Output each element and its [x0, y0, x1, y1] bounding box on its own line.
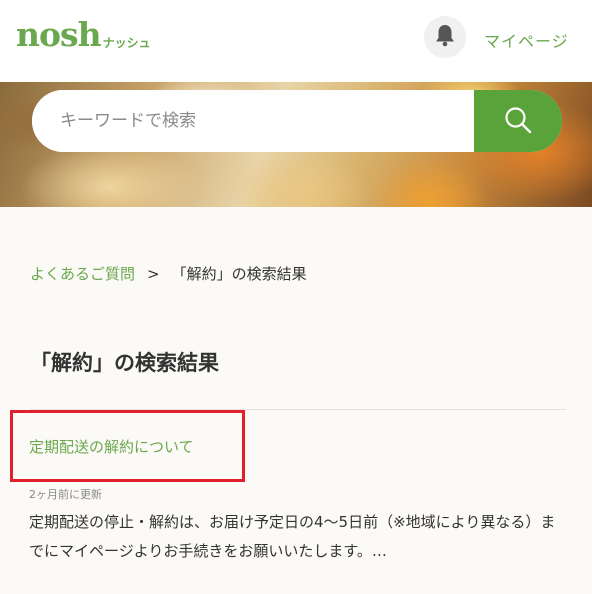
hero-banner [0, 82, 592, 207]
search-icon [504, 106, 532, 137]
mypage-link[interactable]: マイページ [484, 28, 569, 52]
breadcrumb: よくあるご質問 > 「解約」の検索結果 [30, 263, 307, 284]
logo-wordmark: nosh [16, 15, 102, 54]
search-form [32, 90, 562, 152]
search-button[interactable] [474, 90, 562, 152]
search-input[interactable] [32, 90, 474, 152]
main-content: よくあるご質問 > 「解約」の検索結果 「解約」の検索結果 定期配送の解約につい… [0, 207, 592, 594]
breadcrumb-faq-link[interactable]: よくあるご質問 [30, 263, 135, 284]
nosh-logo[interactable]: nosh ナッシュ [16, 18, 151, 51]
breadcrumb-separator: > [147, 264, 160, 283]
breadcrumb-current: 「解約」の検索結果 [171, 265, 307, 283]
notification-button[interactable] [424, 16, 466, 58]
bell-icon [434, 23, 456, 51]
result-title-link[interactable]: 定期配送の解約について [29, 436, 194, 457]
site-header: nosh ナッシュ マイページ [0, 0, 592, 82]
page-title: 「解約」の検索結果 [30, 351, 219, 375]
logo-katakana: ナッシュ [102, 36, 151, 50]
search-result-item: 定期配送の解約について 2ヶ月前に更新 定期配送の停止・解約は、お届け予定日の4… [0, 410, 592, 594]
result-snippet: 定期配送の停止・解約は、お届け予定日の4〜5日前（※地域により異なる）までにマイ… [29, 513, 556, 560]
result-updated-date: 2ヶ月前に更新 [29, 488, 102, 501]
